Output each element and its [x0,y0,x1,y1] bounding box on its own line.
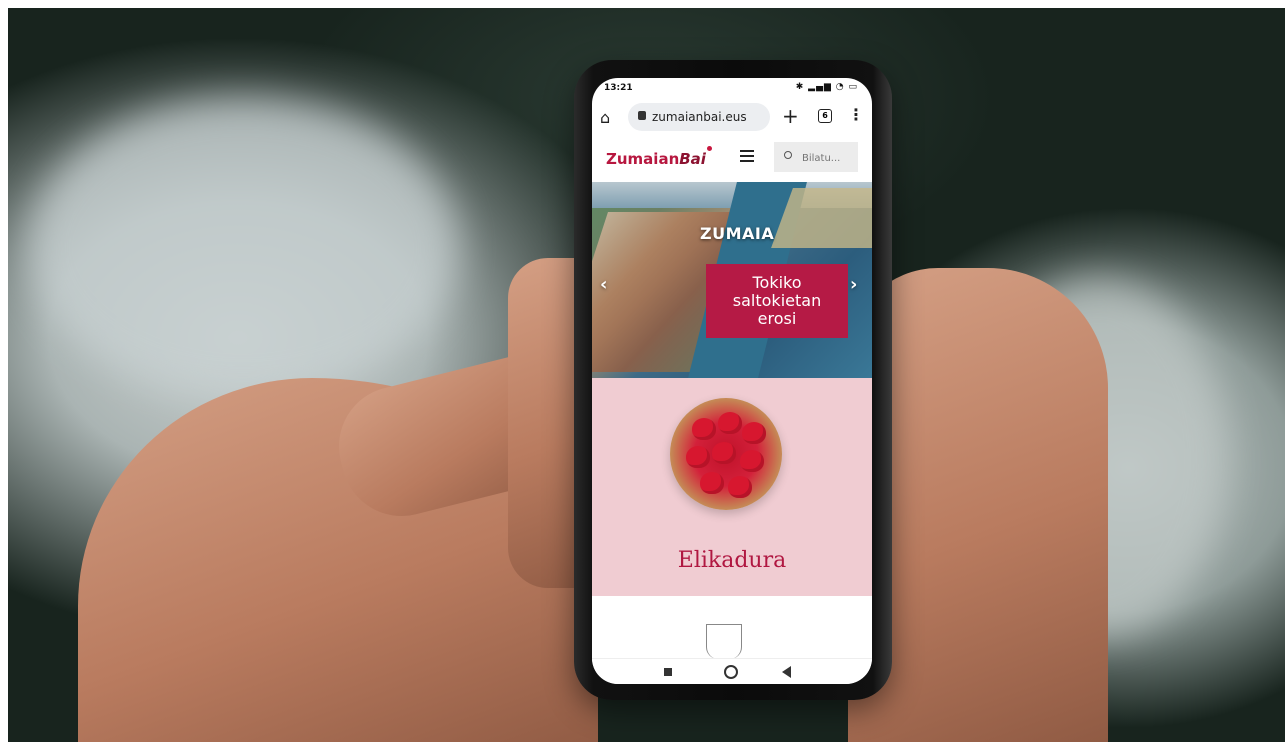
phone-screen: 13:21 ✱ ▂▄▆ ◔ ▭ ⌂ zumaianbai.eus + 6 ⋮ Z… [592,78,872,684]
lock-icon [638,111,646,120]
strawberry [728,476,752,498]
site-search[interactable] [774,142,858,172]
site-logo[interactable]: ZumaianBai [606,146,712,168]
background-bokeh-left [28,98,458,398]
home-circle-icon[interactable] [724,665,738,679]
logo-text-zumaian: Zumaian [606,150,680,168]
category-card-food[interactable]: Elikadura [592,378,872,596]
carousel-next-icon[interactable]: › [850,274,857,295]
next-category-card[interactable] [592,596,872,659]
address-bar[interactable]: zumaianbai.eus [628,103,770,131]
strawberry [740,450,764,472]
strawberry [700,472,724,494]
logo-text-bai: Bai [679,150,706,168]
status-icons: ✱ ▂▄▆ ◔ ▭ [795,82,858,92]
search-icon [784,151,792,159]
status-time: 13:21 [604,83,633,93]
strawberry [718,412,742,434]
browser-toolbar: ⌂ zumaianbai.eus + 6 ⋮ [592,100,872,134]
search-input[interactable] [800,148,858,168]
new-tab-icon[interactable]: + [782,104,799,128]
hero-banner: ZUMAIA Tokiko saltokietan erosi ‹ › [592,182,872,378]
back-icon[interactable] [782,666,791,678]
strawberry [742,422,766,444]
site-header: ZumaianBai [592,138,872,178]
strawberry [712,442,736,464]
address-url: zumaianbai.eus [652,110,747,124]
logo-dot [706,146,712,151]
hamburger-menu-icon[interactable] [740,150,754,162]
status-bar: 13:21 ✱ ▂▄▆ ◔ ▭ [592,78,872,98]
menu-icon[interactable]: ⋮ [848,105,864,124]
android-nav-bar [592,658,872,684]
shop-local-button[interactable]: Tokiko saltokietan erosi [706,264,848,338]
strawberry-bowl-image [670,398,782,510]
hero-title: ZUMAIA [700,224,775,243]
category-title: Elikadura [677,548,787,573]
recents-icon[interactable] [664,668,672,676]
carousel-prev-icon[interactable]: ‹ [600,274,607,295]
tabs-icon[interactable]: 6 [818,109,832,123]
home-icon[interactable]: ⌂ [600,108,610,127]
strawberry [686,446,710,468]
glass-image [706,624,742,659]
strawberry [692,418,716,440]
